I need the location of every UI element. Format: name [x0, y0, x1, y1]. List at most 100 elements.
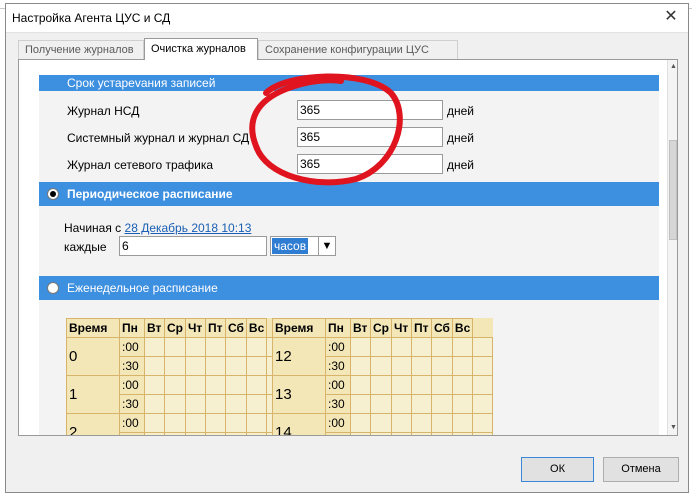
- slot-cell[interactable]: [225, 432, 247, 435]
- slot-cell[interactable]: [370, 337, 392, 357]
- slot-cell[interactable]: [225, 394, 247, 414]
- slot-cell[interactable]: [164, 375, 186, 395]
- slot-cell[interactable]: [245, 356, 268, 376]
- slot-cell[interactable]: [391, 356, 412, 376]
- tab-save-config[interactable]: Сохранение конфигурации ЦУС: [258, 40, 458, 59]
- slot-cell[interactable]: [411, 337, 432, 357]
- weekly-radio[interactable]: [47, 282, 59, 294]
- slot-cell[interactable]: [144, 356, 165, 376]
- slot-cell[interactable]: [472, 375, 494, 395]
- slot-cell[interactable]: [370, 394, 392, 414]
- slot-cell[interactable]: [350, 394, 371, 414]
- slot-cell[interactable]: [350, 413, 371, 433]
- slot-cell[interactable]: [411, 375, 432, 395]
- every-value-input[interactable]: 6: [119, 236, 267, 256]
- slot-cell[interactable]: [164, 337, 186, 357]
- slot-cell[interactable]: [451, 394, 474, 414]
- vertical-scrollbar[interactable]: ▲ ▼: [667, 60, 677, 435]
- slot-cell[interactable]: [411, 413, 432, 433]
- ok-button[interactable]: ОК: [521, 457, 594, 482]
- slot-cell[interactable]: [164, 413, 186, 433]
- slot-cell[interactable]: [451, 375, 474, 395]
- slot-cell[interactable]: [451, 432, 474, 435]
- slot-cell[interactable]: [431, 375, 453, 395]
- slot-cell[interactable]: [451, 413, 474, 433]
- slot-cell[interactable]: [431, 432, 453, 435]
- slot-cell[interactable]: [205, 375, 226, 395]
- slot-cell[interactable]: [350, 375, 371, 395]
- start-date-link[interactable]: 28 Декабрь 2018 10:13: [125, 221, 252, 235]
- periodic-radio[interactable]: [47, 188, 59, 200]
- table-row: 12 :00: [272, 337, 494, 376]
- tab-panel-clear-logs: Срок устарevания записей Журнал НСД 365 …: [18, 59, 678, 436]
- scroll-up-icon[interactable]: ▲: [668, 60, 677, 74]
- slot-cell[interactable]: [431, 413, 453, 433]
- slot-cell[interactable]: [431, 337, 453, 357]
- slot-cell[interactable]: [472, 394, 494, 414]
- slot-cell[interactable]: [472, 356, 494, 376]
- slot-cell[interactable]: [164, 394, 186, 414]
- slot-cell[interactable]: [472, 432, 494, 435]
- slot-cell[interactable]: [185, 356, 206, 376]
- slot-cell[interactable]: [205, 394, 226, 414]
- slot-cell[interactable]: [164, 432, 186, 435]
- chevron-down-icon[interactable]: ▼: [318, 237, 335, 255]
- slot-cell[interactable]: [391, 432, 412, 435]
- slot-cell[interactable]: [431, 356, 453, 376]
- slot-cell[interactable]: [391, 413, 412, 433]
- slot-cell[interactable]: [205, 432, 226, 435]
- slot-cell[interactable]: [144, 413, 165, 433]
- table-row: 0 :00: [66, 337, 288, 376]
- slot-cell[interactable]: [472, 337, 494, 357]
- slot-cell[interactable]: [185, 413, 206, 433]
- slot-cell[interactable]: [205, 337, 226, 357]
- slot-cell[interactable]: [245, 337, 268, 357]
- slot-cell[interactable]: [411, 394, 432, 414]
- slot-cell[interactable]: [370, 375, 392, 395]
- slot-cell[interactable]: [164, 356, 186, 376]
- slot-cell[interactable]: [391, 394, 412, 414]
- slot-cell[interactable]: [391, 375, 412, 395]
- scroll-down-icon[interactable]: ▼: [668, 421, 677, 435]
- slot-cell[interactable]: [350, 356, 371, 376]
- slot-cell[interactable]: [472, 413, 494, 433]
- slot-cell[interactable]: [144, 337, 165, 357]
- slot-cell[interactable]: [185, 432, 206, 435]
- slot-cell[interactable]: [350, 432, 371, 435]
- slot-cell[interactable]: [411, 432, 432, 435]
- slot-cell[interactable]: [205, 413, 226, 433]
- slot-cell[interactable]: [225, 337, 247, 357]
- slot-cell[interactable]: [185, 337, 206, 357]
- slot-cell[interactable]: [225, 375, 247, 395]
- slot-cell[interactable]: [245, 413, 268, 433]
- slot-cell[interactable]: [411, 356, 432, 376]
- slot-cell[interactable]: [370, 432, 392, 435]
- slot-cell[interactable]: [144, 432, 165, 435]
- slot-cell[interactable]: [391, 337, 412, 357]
- slot-cell[interactable]: [245, 375, 268, 395]
- slot-cell[interactable]: [205, 356, 226, 376]
- slot-cell[interactable]: [185, 394, 206, 414]
- traffic-log-days-input[interactable]: 365: [297, 154, 443, 174]
- slot-cell[interactable]: [245, 394, 268, 414]
- slot-cell[interactable]: [451, 356, 474, 376]
- system-log-days-input[interactable]: 365: [297, 127, 443, 147]
- slot-cell[interactable]: [144, 375, 165, 395]
- tab-get-logs[interactable]: Получение журналов: [18, 40, 144, 59]
- slot-cell[interactable]: [245, 432, 268, 435]
- nsd-log-days-input[interactable]: 365: [297, 100, 443, 120]
- slot-cell[interactable]: [431, 394, 453, 414]
- cancel-button[interactable]: Отмена: [603, 457, 679, 482]
- slot-cell[interactable]: [350, 337, 371, 357]
- scroll-thumb[interactable]: [669, 140, 677, 240]
- slot-cell[interactable]: [370, 413, 392, 433]
- slot-cell[interactable]: [451, 337, 474, 357]
- slot-cell[interactable]: [185, 375, 206, 395]
- slot-cell[interactable]: [144, 394, 165, 414]
- close-icon[interactable]: ✕: [662, 8, 680, 26]
- interval-unit-select[interactable]: часов ▼: [270, 236, 336, 256]
- slot-cell[interactable]: [225, 413, 247, 433]
- tab-clear-logs[interactable]: Очистка журналов: [144, 38, 258, 60]
- slot-cell[interactable]: [225, 356, 247, 376]
- slot-cell[interactable]: [370, 356, 392, 376]
